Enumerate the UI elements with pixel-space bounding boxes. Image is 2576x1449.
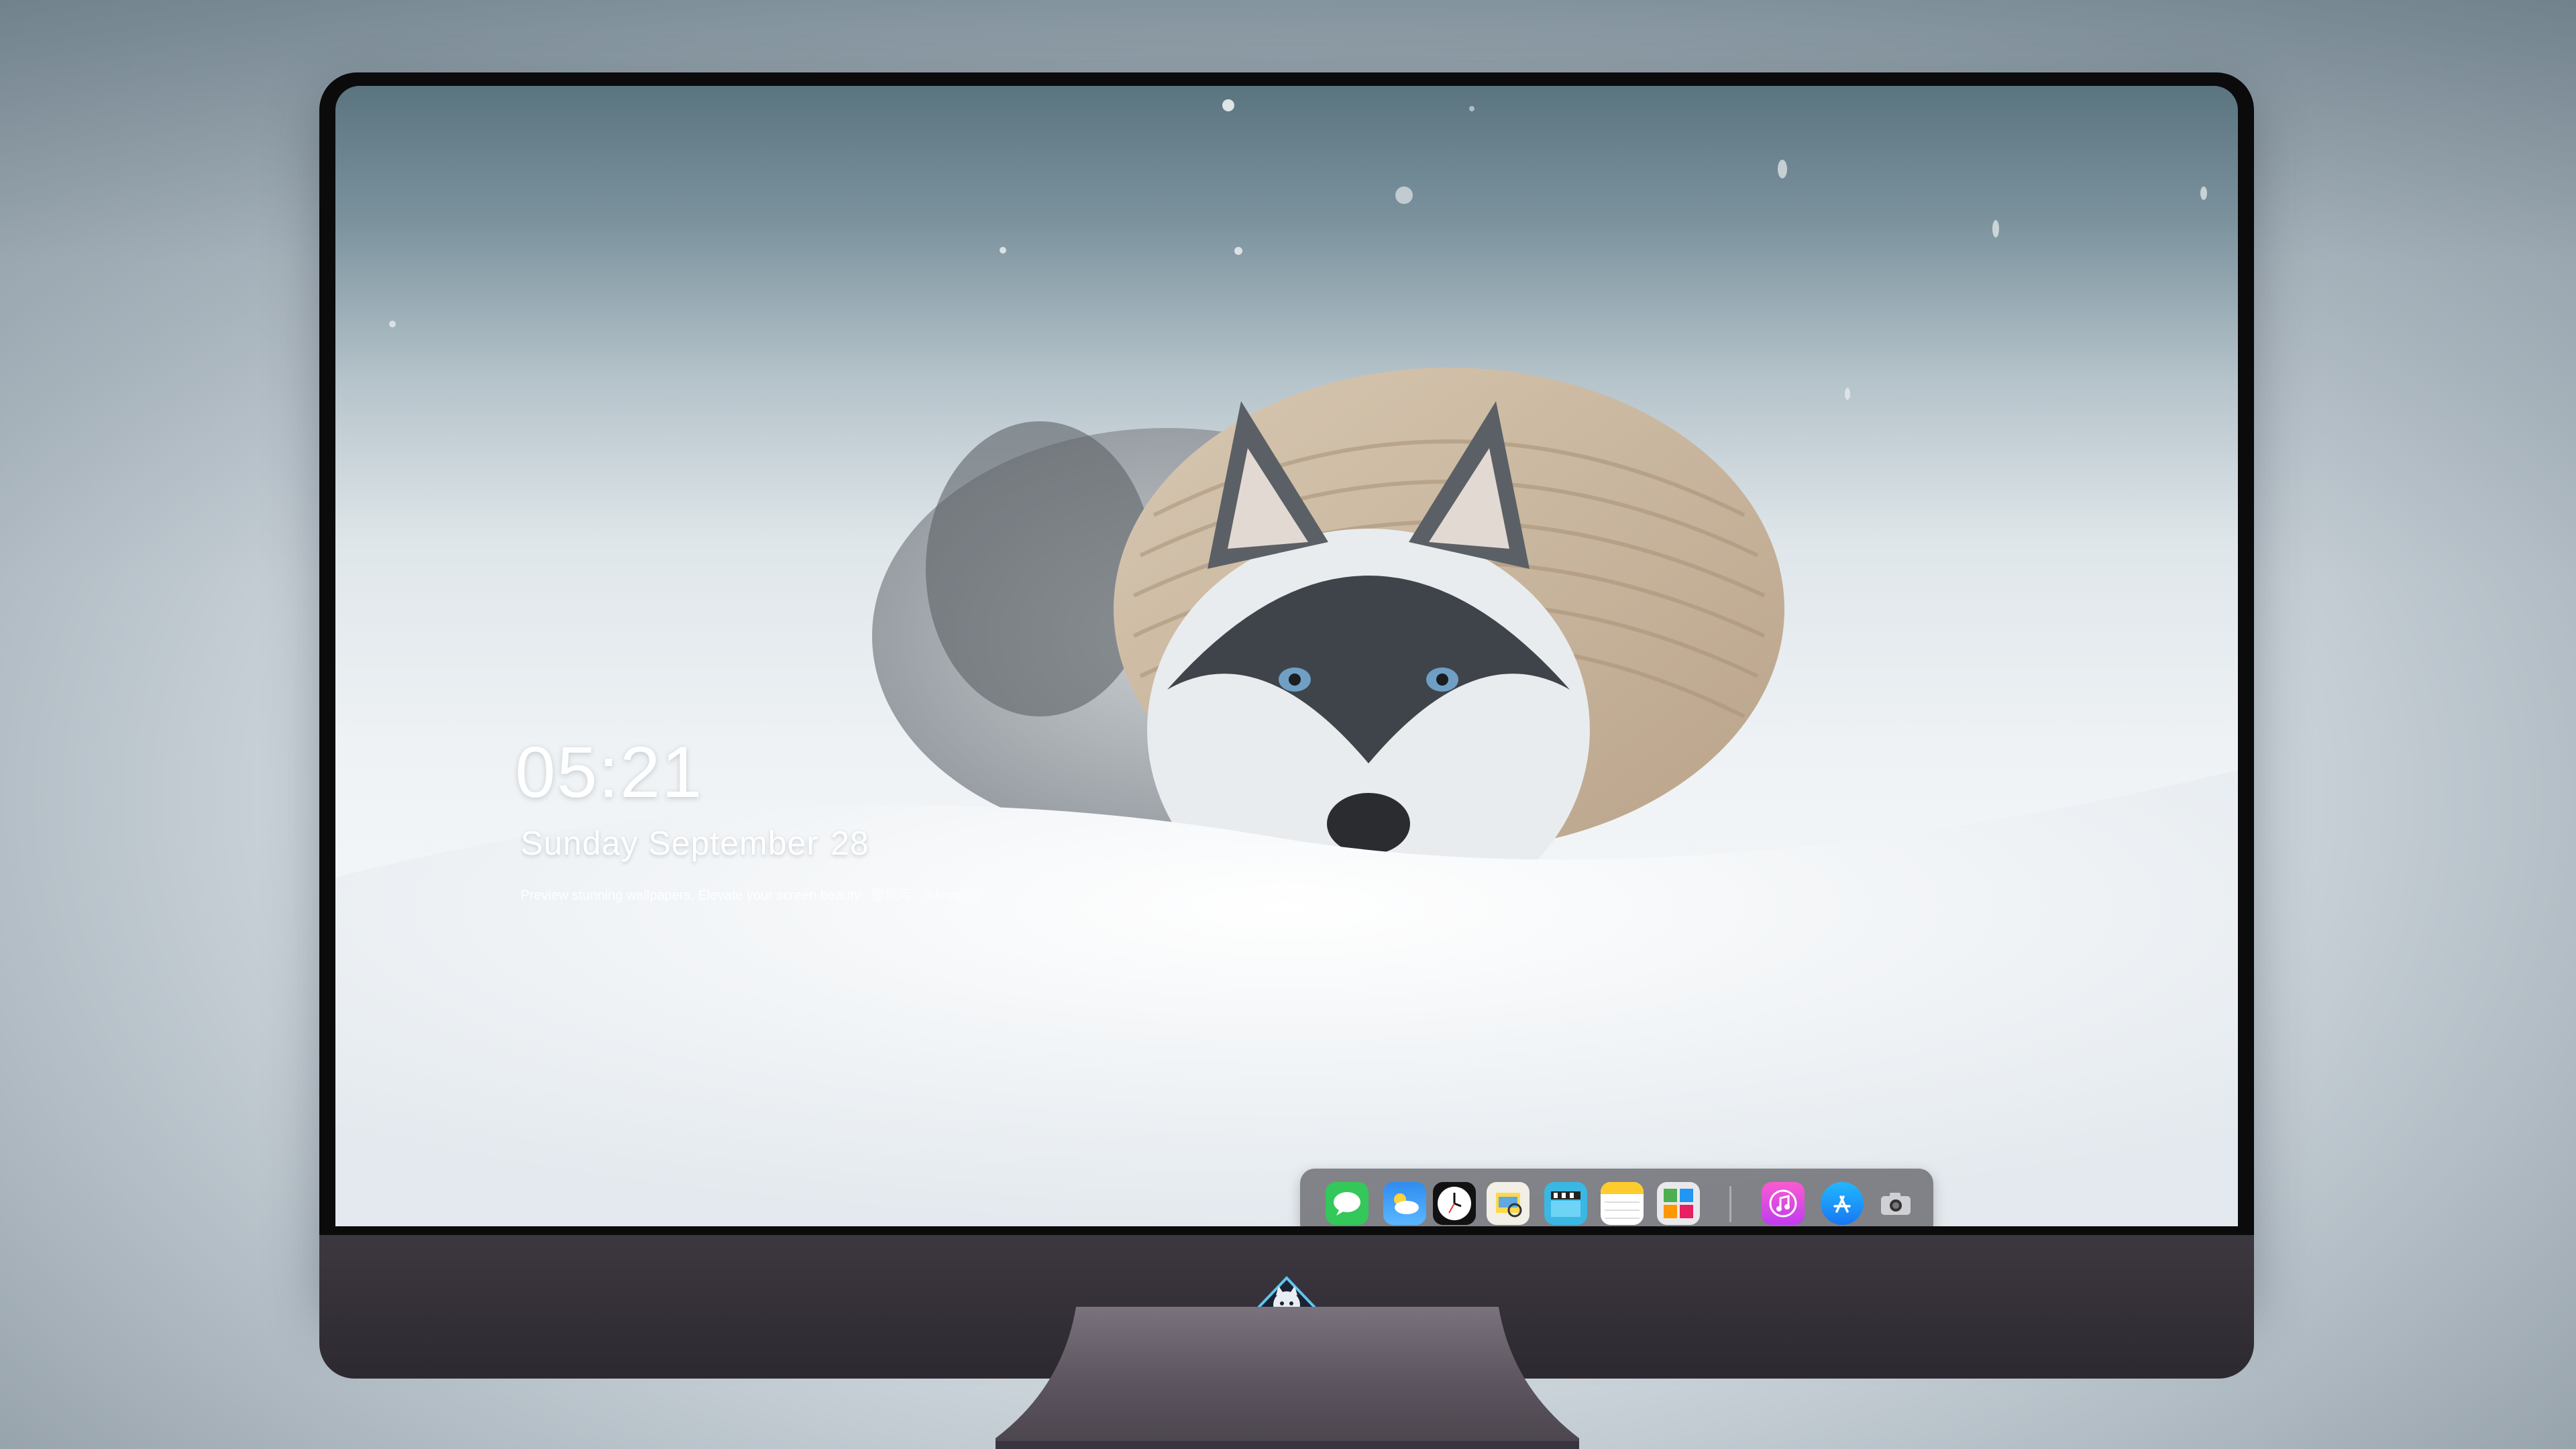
snowflake bbox=[1845, 388, 1850, 400]
snowflake bbox=[1222, 99, 1234, 111]
weather-icon[interactable] bbox=[1383, 1182, 1426, 1225]
date-day: 28 bbox=[830, 824, 869, 862]
snowflake bbox=[1000, 247, 1006, 254]
lock-screen-date: Sunday September 28 bbox=[521, 824, 869, 863]
date-weekday-month: Sunday September bbox=[521, 824, 819, 862]
preview-icon[interactable] bbox=[1487, 1182, 1529, 1225]
clock-icon[interactable] bbox=[1433, 1182, 1476, 1225]
notes-icon[interactable] bbox=[1601, 1182, 1644, 1225]
video-editor-icon[interactable] bbox=[1544, 1182, 1587, 1225]
photo-booth-icon[interactable] bbox=[1657, 1182, 1700, 1225]
camera-icon[interactable] bbox=[1874, 1182, 1917, 1225]
monitor: 05:21 Sunday September 28 Preview stunnin… bbox=[319, 72, 2254, 1379]
monitor-stand bbox=[996, 1307, 1579, 1449]
snowflake bbox=[1469, 106, 1474, 111]
snowflake bbox=[2200, 186, 2207, 200]
desktop-screen: 05:21 Sunday September 28 Preview stunnin… bbox=[335, 86, 2238, 1226]
dock bbox=[1300, 1169, 1933, 1226]
dock-separator bbox=[1729, 1186, 1731, 1222]
snowflake bbox=[1395, 186, 1413, 204]
messages-icon[interactable] bbox=[1326, 1182, 1368, 1225]
snowflake bbox=[389, 321, 396, 327]
music-icon[interactable] bbox=[1762, 1182, 1805, 1225]
wallpaper-husky-image bbox=[335, 368, 2238, 1226]
app-store-icon[interactable] bbox=[1821, 1182, 1864, 1225]
lock-screen-clock: 05:21 bbox=[515, 731, 704, 812]
wallpaper-caption: Preview stunning wallpapers. Elevate you… bbox=[521, 884, 980, 904]
caption-text: Preview stunning wallpapers. Elevate you… bbox=[521, 888, 864, 903]
snowflake bbox=[1992, 220, 1999, 237]
snowflake bbox=[1778, 160, 1787, 178]
caption-tag: 壁纸库 · 3dmmCN bbox=[871, 888, 981, 903]
snowflake bbox=[1234, 247, 1242, 255]
